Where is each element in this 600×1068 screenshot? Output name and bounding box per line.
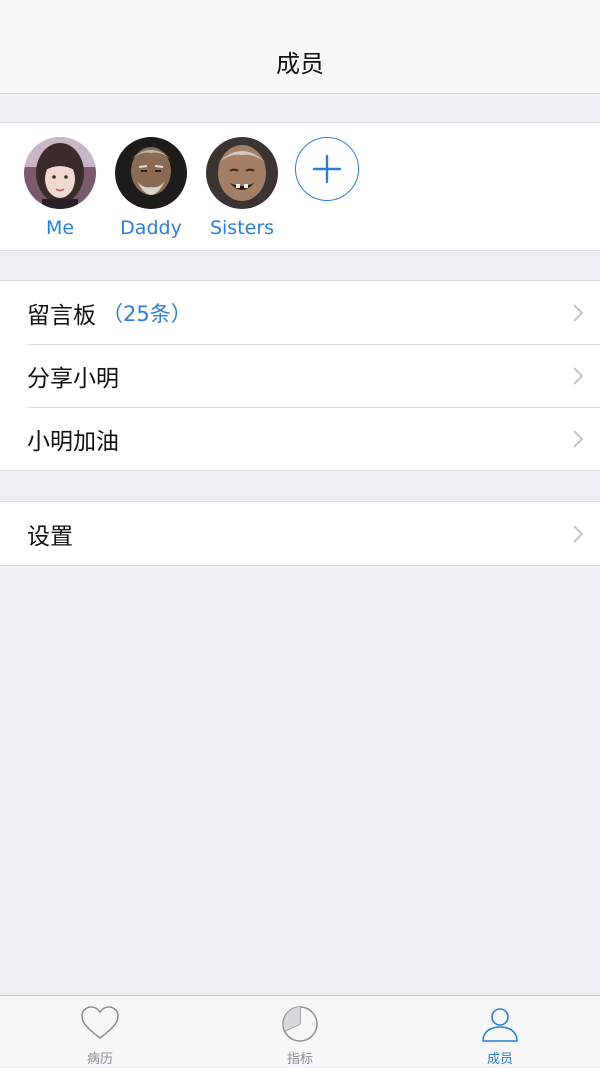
cheer-row[interactable]: 小明加油: [0, 407, 600, 470]
tab-label: 病历: [0, 1048, 200, 1067]
tab-label: 成员: [400, 1048, 600, 1067]
navigation-bar: 成员: [0, 0, 600, 94]
share-row[interactable]: 分享小明: [0, 344, 600, 407]
person-icon: [480, 1004, 520, 1044]
heart-icon: [80, 1004, 120, 1044]
avatar: [115, 137, 187, 209]
message-count-badge: （25条）: [102, 298, 192, 328]
share-label: 分享小明: [27, 359, 119, 393]
members-section: Me Daddy Sist: [0, 122, 600, 251]
member-daddy[interactable]: Daddy: [105, 137, 197, 239]
page-title: 成员: [0, 44, 600, 79]
settings-label: 设置: [27, 517, 73, 551]
chevron-right-icon: [572, 366, 584, 386]
pie-chart-icon: [280, 1004, 320, 1044]
member-me[interactable]: Me: [14, 137, 106, 239]
menu-group: 留言板 （25条） 分享小明 小明加油: [0, 280, 600, 471]
chevron-right-icon: [572, 429, 584, 449]
member-name: Sisters: [196, 217, 288, 239]
chevron-right-icon: [572, 524, 584, 544]
add-member-button[interactable]: [295, 137, 359, 201]
member-name: Me: [14, 217, 106, 239]
tab-members[interactable]: 成员: [400, 996, 600, 1068]
tab-indicators[interactable]: 指标: [200, 996, 400, 1068]
settings-group: 设置: [0, 501, 600, 566]
avatar: [206, 137, 278, 209]
member-name: Daddy: [105, 217, 197, 239]
settings-row[interactable]: 设置: [0, 502, 600, 565]
message-board-row[interactable]: 留言板 （25条）: [0, 281, 600, 344]
tab-label: 指标: [200, 1048, 400, 1067]
message-board-label: 留言板: [27, 296, 96, 330]
chevron-right-icon: [572, 303, 584, 323]
tab-medical-record[interactable]: 病历: [0, 996, 200, 1068]
cheer-label: 小明加油: [27, 422, 119, 456]
member-sisters[interactable]: Sisters: [196, 137, 288, 239]
plus-icon: [296, 138, 358, 200]
avatar: [24, 137, 96, 209]
tab-bar: 病历 指标 成员: [0, 995, 600, 1067]
